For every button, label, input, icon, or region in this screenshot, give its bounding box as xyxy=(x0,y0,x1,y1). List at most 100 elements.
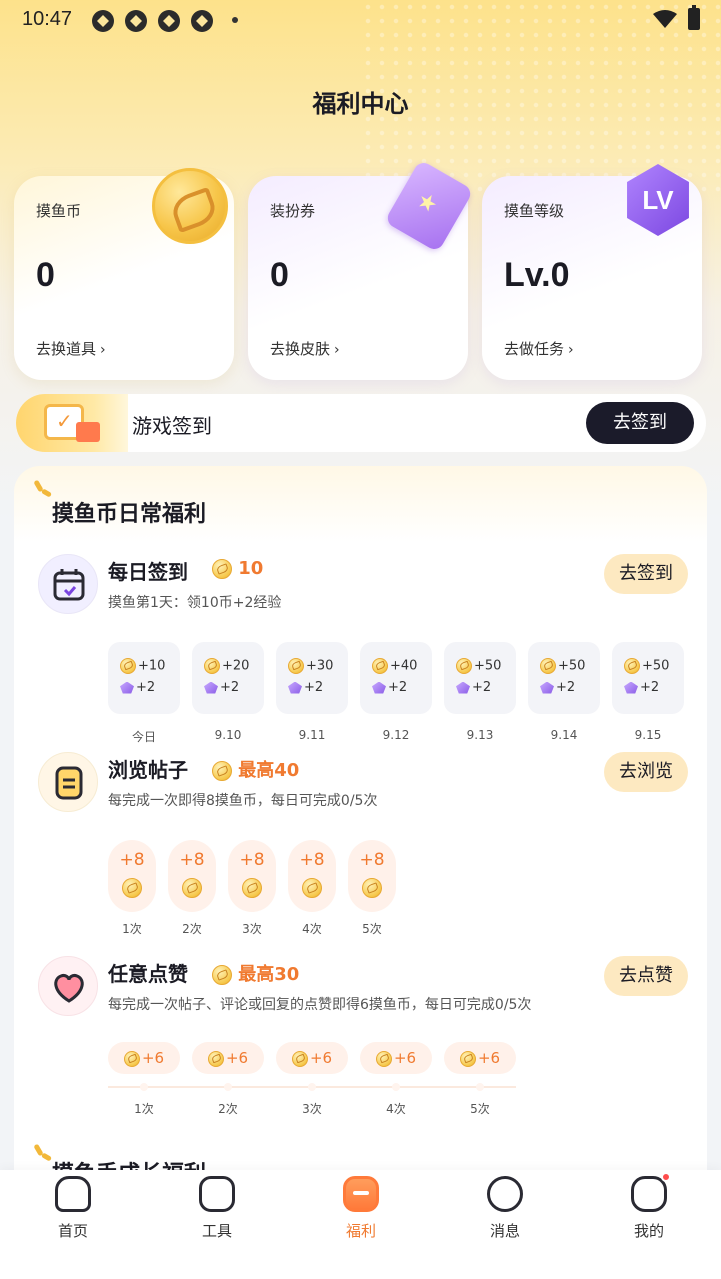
like-button[interactable]: 去点赞 xyxy=(604,956,688,996)
step-label: 4次 xyxy=(302,922,322,936)
checkin-button[interactable]: 去签到 xyxy=(604,554,688,594)
task-description: 摸鱼第1天：领10币+2经验 xyxy=(108,595,282,611)
wifi-icon xyxy=(653,10,677,28)
do-tasks-link[interactable]: 去做任务 › xyxy=(504,338,574,359)
coin-icon xyxy=(212,559,232,579)
fish-coin-icon xyxy=(152,168,228,244)
day-label: 9.15 xyxy=(634,728,662,742)
day-label: 9.13 xyxy=(466,728,494,742)
coin-icon xyxy=(291,1050,308,1067)
progress-dot xyxy=(224,1083,232,1091)
chevron-right-icon: › xyxy=(100,342,106,358)
stat-value: Lv.0 xyxy=(504,256,570,294)
coin-icon xyxy=(375,1050,392,1067)
stat-label: 摸鱼币 xyxy=(36,202,82,220)
coin-icon xyxy=(123,1050,140,1067)
calendar-gift-icon xyxy=(16,394,128,452)
stat-card-coins[interactable]: 摸鱼币 0 去换道具 › xyxy=(14,168,234,380)
checkin-day-cell: +40 +2 xyxy=(360,642,432,714)
profile-icon xyxy=(631,1176,667,1212)
document-icon xyxy=(38,752,98,812)
message-icon xyxy=(487,1176,523,1212)
step-label: 2次 xyxy=(218,1102,238,1116)
step-label: 4次 xyxy=(386,1102,406,1116)
browse-step-bubble: +8 xyxy=(288,840,336,912)
browse-step-bubble: +8 xyxy=(108,840,156,912)
stat-label: 摸鱼等级 xyxy=(504,202,565,220)
step-label: 5次 xyxy=(470,1102,490,1116)
redeem-items-link[interactable]: 去换道具 › xyxy=(36,338,106,359)
step-label: 1次 xyxy=(134,1102,154,1116)
heart-icon xyxy=(38,956,98,1016)
progress-dot xyxy=(476,1083,484,1091)
tab-home[interactable]: 首页 xyxy=(33,1176,113,1246)
coin-icon xyxy=(459,1050,476,1067)
task-description: 每完成一次帖子、评论或回复的点赞即得6摸鱼币，每日可完成0/5次 xyxy=(108,997,532,1013)
coin-icon xyxy=(302,878,322,898)
status-time: 10:47 xyxy=(22,8,73,30)
stat-value: 0 xyxy=(36,256,55,294)
exp-gem-icon xyxy=(120,681,134,694)
notification-icon xyxy=(125,10,147,32)
exp-gem-icon xyxy=(624,681,638,694)
daily-welfare-panel: 摸鱼币日常福利 每日签到 10 摸鱼第1天：领10币+2经验 去签到 +10 +… xyxy=(14,466,707,1226)
tab-welfare[interactable]: 福利 xyxy=(321,1176,401,1246)
exp-gem-icon xyxy=(288,681,302,694)
coin-icon xyxy=(372,658,388,674)
coin-icon xyxy=(456,658,472,674)
status-bar: 10:47 xyxy=(0,0,721,40)
bottom-tab-bar: 首页 工具 福利 消息 我的 xyxy=(0,1170,721,1279)
like-step-pill: +6 xyxy=(444,1042,516,1074)
sparkle-icon xyxy=(32,479,53,500)
unread-badge xyxy=(661,1172,671,1182)
coin-icon xyxy=(362,878,382,898)
coin-icon xyxy=(288,658,304,674)
stat-value: 0 xyxy=(270,256,289,294)
like-step-pill: +6 xyxy=(108,1042,180,1074)
game-signin-banner: 游戏签到 去签到 xyxy=(16,394,706,452)
step-label: 5次 xyxy=(362,922,382,936)
notification-icon xyxy=(92,10,114,32)
like-step-pill: +6 xyxy=(276,1042,348,1074)
stat-card-level[interactable]: LV 摸鱼等级 Lv.0 去做任务 › xyxy=(482,164,702,380)
checkin-day-cell: +20 +2 xyxy=(192,642,264,714)
chevron-right-icon: › xyxy=(334,342,340,358)
coin-icon xyxy=(207,1050,224,1067)
exp-gem-icon xyxy=(372,681,386,694)
gift-icon xyxy=(343,1176,379,1212)
tool-icon xyxy=(199,1176,235,1212)
day-label: 9.10 xyxy=(214,728,242,742)
section-title: 摸鱼币日常福利 xyxy=(52,502,207,527)
task-title: 浏览帖子 xyxy=(108,758,188,782)
step-label: 1次 xyxy=(122,922,142,936)
exp-gem-icon xyxy=(204,681,218,694)
notification-icon xyxy=(191,10,213,32)
coin-icon xyxy=(122,878,142,898)
stat-card-vouchers[interactable]: 装扮券 0 去换皮肤› xyxy=(248,159,474,380)
home-icon xyxy=(55,1176,91,1212)
tab-messages[interactable]: 消息 xyxy=(465,1176,545,1246)
step-label: 3次 xyxy=(302,1102,322,1116)
calendar-icon xyxy=(38,554,98,614)
page-title: 福利中心 xyxy=(312,90,409,118)
battery-icon xyxy=(688,5,700,30)
day-label: 9.12 xyxy=(382,728,410,742)
tab-profile[interactable]: 我的 xyxy=(609,1172,689,1246)
exp-gem-icon xyxy=(540,681,554,694)
coin-icon xyxy=(204,658,220,674)
coin-icon xyxy=(242,878,262,898)
browse-step-bubble: +8 xyxy=(348,840,396,912)
task-description: 每完成一次即得8摸鱼币，每日可完成0/5次 xyxy=(108,793,378,809)
game-signin-label: 游戏签到 xyxy=(132,414,212,438)
notification-icon xyxy=(158,10,180,32)
coin-icon xyxy=(120,658,136,674)
browse-button[interactable]: 去浏览 xyxy=(604,752,688,792)
task-title: 每日签到 xyxy=(108,560,188,584)
task-reward: 最高30 xyxy=(212,960,299,986)
like-step-pill: +6 xyxy=(192,1042,264,1074)
game-signin-button[interactable]: 去签到 xyxy=(586,402,694,444)
tab-tools[interactable]: 工具 xyxy=(177,1176,257,1246)
redeem-skins-link[interactable]: 去换皮肤 › xyxy=(270,338,340,359)
day-label: 今日 xyxy=(131,730,156,744)
exp-gem-icon xyxy=(456,681,470,694)
